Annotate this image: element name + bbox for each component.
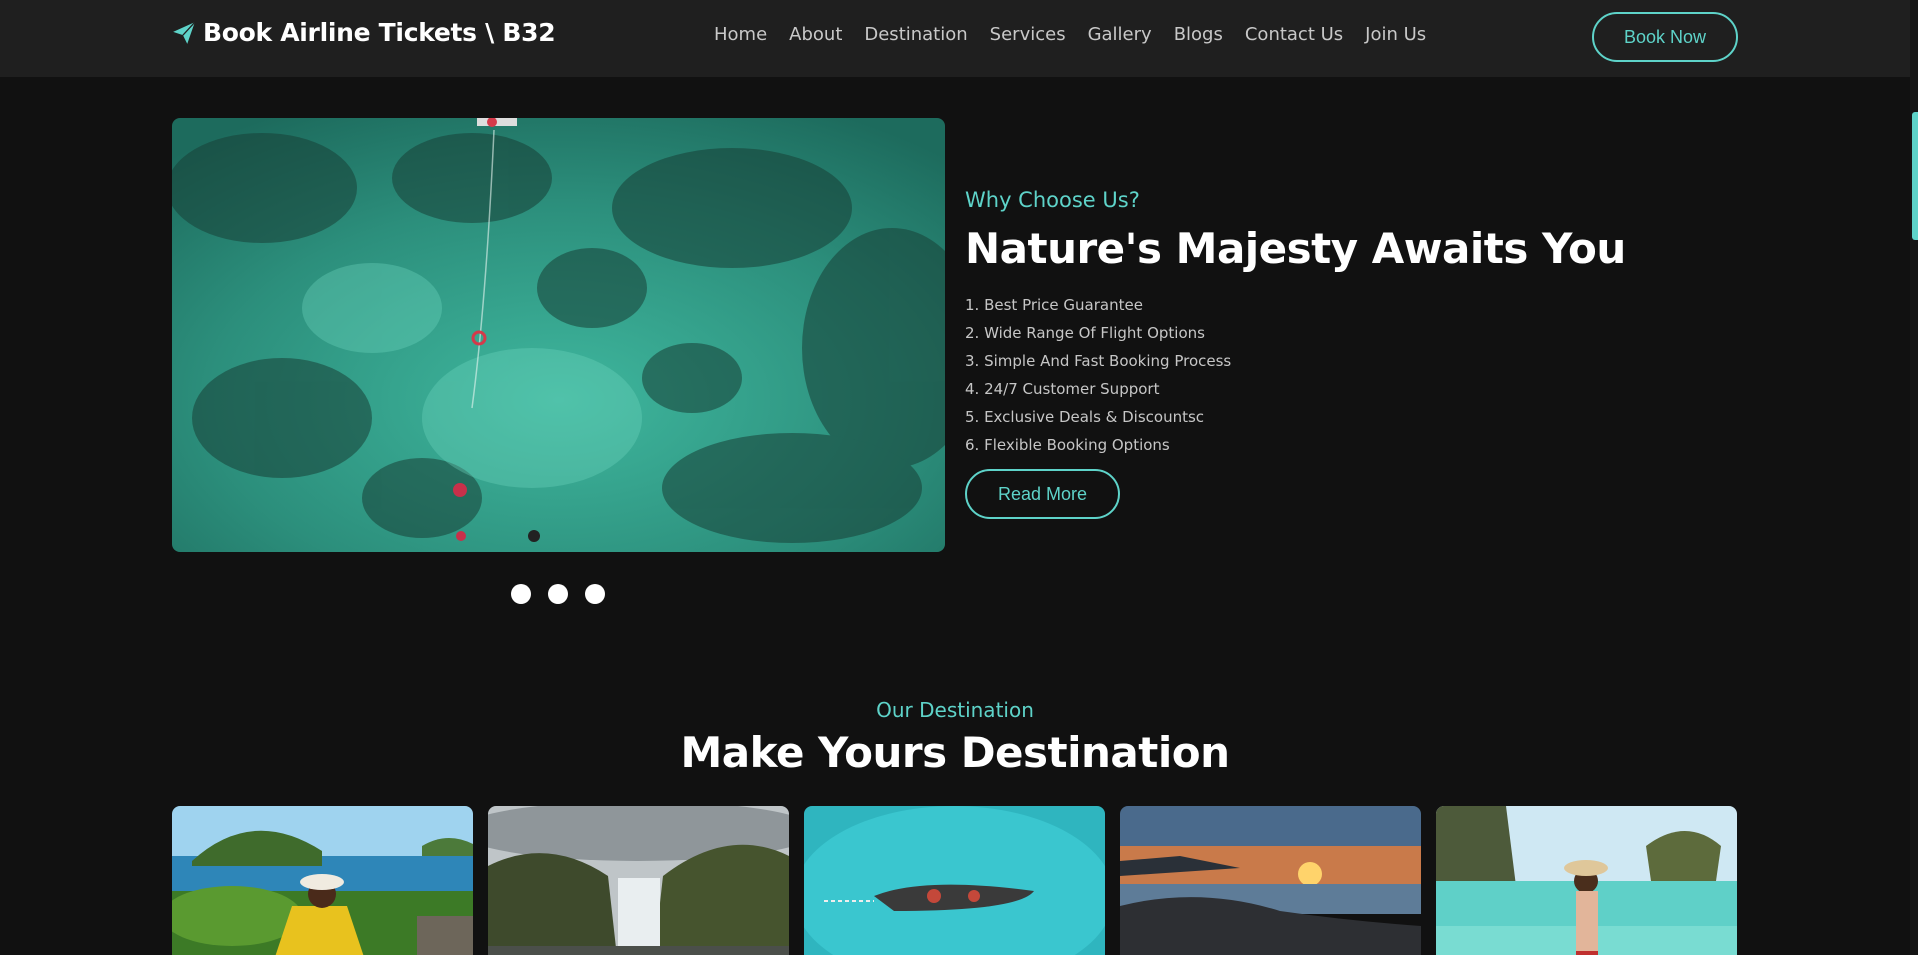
hero-eyebrow: Why Choose Us? bbox=[965, 188, 1140, 212]
nav-destination[interactable]: Destination bbox=[853, 24, 978, 45]
destination-cards bbox=[172, 806, 1737, 955]
feature-item: 1. Best Price Guarantee bbox=[965, 296, 1143, 314]
destination-card-lagoon[interactable] bbox=[1436, 806, 1737, 955]
scrollbar[interactable] bbox=[1910, 0, 1918, 955]
brand-logo[interactable]: Book Airline Tickets \ B32 bbox=[171, 18, 556, 47]
book-now-button[interactable]: Book Now bbox=[1592, 12, 1738, 62]
destination-card-island-hill[interactable] bbox=[172, 806, 473, 955]
feature-item: 6. Flexible Booking Options bbox=[965, 436, 1170, 454]
scrollbar-thumb[interactable] bbox=[1912, 112, 1918, 240]
site-header: Book Airline Tickets \ B32 Home About De… bbox=[0, 0, 1910, 77]
slider-dots bbox=[511, 584, 605, 604]
paper-plane-icon bbox=[173, 21, 196, 44]
nav-about[interactable]: About bbox=[778, 24, 853, 45]
nav-services[interactable]: Services bbox=[979, 24, 1077, 45]
feature-item: 3. Simple And Fast Booking Process bbox=[965, 352, 1232, 370]
feature-item: 5. Exclusive Deals & Discountsc bbox=[965, 408, 1205, 426]
feature-list: 1. Best Price Guarantee 2. Wide Range Of… bbox=[965, 295, 1231, 463]
nav-join-us[interactable]: Join Us bbox=[1354, 24, 1437, 45]
destination-card-waterfall[interactable] bbox=[488, 806, 789, 955]
slider-dot-3[interactable] bbox=[585, 584, 605, 604]
hero-title: Nature's Majesty Awaits You bbox=[965, 224, 1626, 273]
feature-item: 4. 24/7 Customer Support bbox=[965, 380, 1160, 398]
nav-blogs[interactable]: Blogs bbox=[1163, 24, 1234, 45]
brand-name: Book Airline Tickets \ B32 bbox=[203, 18, 556, 47]
nav-home[interactable]: Home bbox=[714, 24, 778, 45]
nav-contact-us[interactable]: Contact Us bbox=[1234, 24, 1354, 45]
destination-title: Make Yours Destination bbox=[680, 728, 1231, 777]
destination-card-sunset-coast[interactable] bbox=[1120, 806, 1421, 955]
destination-card-shipwreck[interactable] bbox=[804, 806, 1105, 955]
read-more-button[interactable]: Read More bbox=[965, 469, 1120, 519]
nav-gallery[interactable]: Gallery bbox=[1077, 24, 1163, 45]
destination-eyebrow: Our Destination bbox=[876, 698, 1034, 722]
main-nav: Home About Destination Services Gallery … bbox=[714, 24, 1437, 45]
slider-dot-2[interactable] bbox=[548, 584, 568, 604]
feature-item: 2. Wide Range Of Flight Options bbox=[965, 324, 1205, 342]
slider-dot-1[interactable] bbox=[511, 584, 531, 604]
hero-slide-image bbox=[172, 118, 945, 552]
